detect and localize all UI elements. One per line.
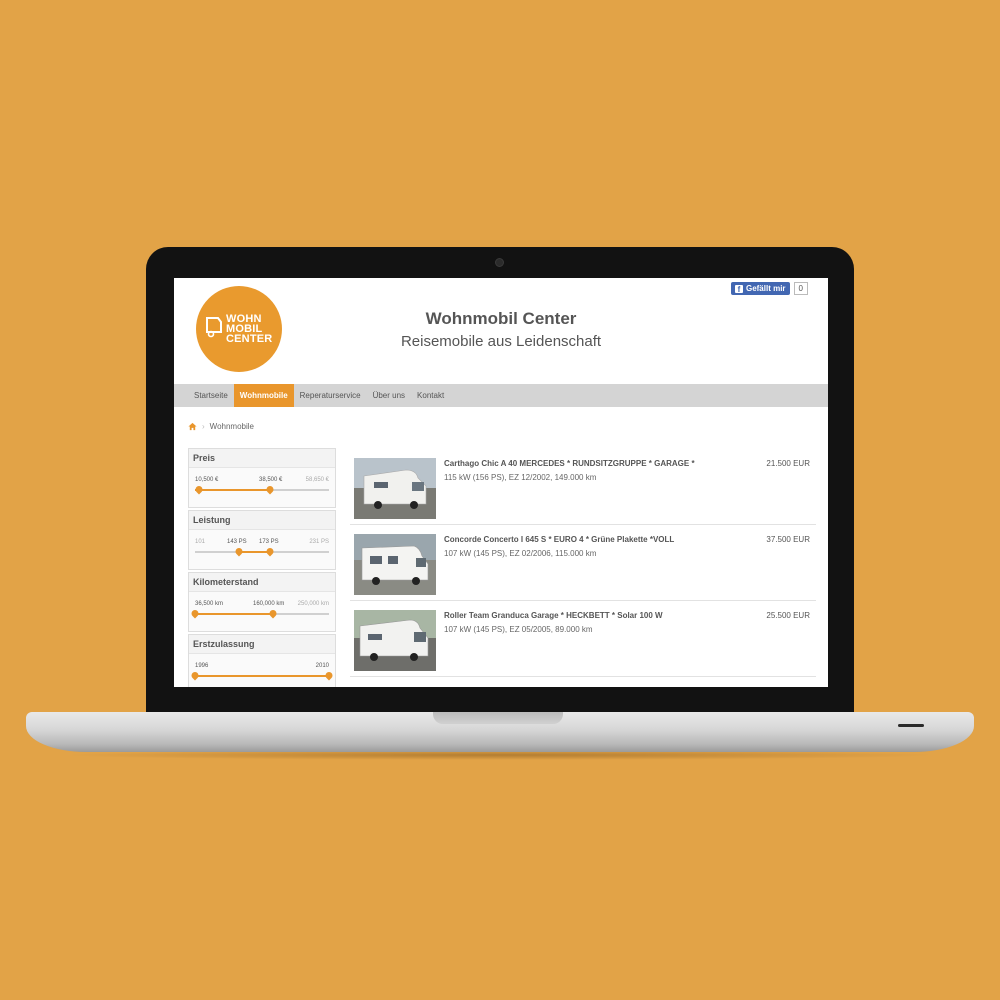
breadcrumb: › Wohnmobile xyxy=(188,422,254,431)
filter-kilometerstand: Kilometerstand 36,500 km 160,000 km 250,… xyxy=(188,572,336,632)
listing-title[interactable]: Roller Team Granduca Garage * HECKBETT *… xyxy=(444,611,744,620)
breadcrumb-separator: › xyxy=(202,422,205,431)
nav-item-reperaturservice[interactable]: Reperaturservice xyxy=(294,384,367,407)
facebook-like-count: 0 xyxy=(793,282,808,295)
slider-high-label: 173 PS xyxy=(259,539,279,545)
nav-item-wohnmobile[interactable]: Wohnmobile xyxy=(233,384,294,407)
slider-handle-max[interactable] xyxy=(265,484,275,495)
camper-photo xyxy=(354,458,436,519)
site-title: Wohnmobil Center xyxy=(425,309,577,328)
slider-low-label: 160,000 km xyxy=(253,601,285,607)
filter-sidebar: Preis 10,500 € 38,500 € 58,650 € Leistun… xyxy=(188,448,336,687)
listing-details: 115 kW (156 PS), EZ 12/2002, 149.000 km xyxy=(444,473,597,482)
slider-handle-max[interactable] xyxy=(267,608,278,619)
filter-title: Kilometerstand xyxy=(189,573,335,592)
laptop-base xyxy=(26,712,974,752)
listing-details: 107 kW (145 PS), EZ 05/2005, 89.000 km xyxy=(444,625,593,634)
listing-thumbnail[interactable] xyxy=(354,534,436,595)
camera-icon xyxy=(495,258,504,267)
slider-handle-min[interactable] xyxy=(190,670,200,681)
camper-photo xyxy=(354,610,436,671)
site-logo[interactable]: WOHN MOBIL CENTER xyxy=(196,286,282,372)
slider-handle-min[interactable] xyxy=(190,608,200,619)
filter-preis: Preis 10,500 € 38,500 € 58,650 € xyxy=(188,448,336,508)
year-slider[interactable] xyxy=(190,670,334,681)
listing-item[interactable]: Roller Team Granduca Garage * HECKBETT *… xyxy=(350,600,816,677)
slider-range xyxy=(195,613,273,615)
filter-title: Leistung xyxy=(189,511,335,530)
nav-item-startseite[interactable]: Startseite xyxy=(188,384,234,407)
nav-item-kontakt[interactable]: Kontakt xyxy=(411,384,450,407)
laptop-bezel: f Gefällt mir 0 WOHN MOBIL CENTER Wohnmo… xyxy=(146,247,854,715)
listing-price: 21.500 EUR xyxy=(766,459,810,468)
slider-handle-max[interactable] xyxy=(265,546,275,557)
slider-max-label: 2010 xyxy=(315,663,329,669)
facebook-like-widget: f Gefällt mir 0 xyxy=(730,282,808,295)
slider-min-label: 101 xyxy=(195,539,206,545)
listing-price: 25.500 EUR xyxy=(766,611,810,620)
filter-erstzulassung: Erstzulassung 1996 2010 xyxy=(188,634,336,687)
slider-low-label: 143 PS xyxy=(227,539,247,545)
slider-range xyxy=(195,675,329,677)
nav-item-ueber-uns[interactable]: Über uns xyxy=(367,384,411,407)
slider-min-label: 1996 xyxy=(195,663,209,669)
filter-title: Preis xyxy=(189,449,335,468)
slider-handle-min[interactable] xyxy=(234,546,245,557)
laptop-notch xyxy=(433,712,563,724)
listing-title[interactable]: Concorde Concerto I 645 S * EURO 4 * Grü… xyxy=(444,535,744,544)
slider-min-label: 36,500 km xyxy=(195,601,224,607)
mileage-slider[interactable] xyxy=(190,608,329,619)
slider-range xyxy=(195,489,271,491)
camper-photo xyxy=(354,534,436,595)
laptop-screen: f Gefällt mir 0 WOHN MOBIL CENTER Wohnmo… xyxy=(174,278,828,687)
listing-details: 107 kW (145 PS), EZ 02/2006, 115.000 km xyxy=(444,549,597,558)
listing-item[interactable]: Carthago Chic A 40 MERCEDES * RUNDSITZGR… xyxy=(350,448,816,525)
price-slider[interactable] xyxy=(194,484,329,495)
slider-max-label: 58,650 € xyxy=(305,477,329,483)
listing-title[interactable]: Carthago Chic A 40 MERCEDES * RUNDSITZGR… xyxy=(444,459,744,468)
slider-handle-max[interactable] xyxy=(324,670,334,681)
site-subtitle: Reisemobile aus Leidenschaft xyxy=(400,333,602,350)
home-icon[interactable] xyxy=(188,422,197,431)
listing-thumbnail[interactable] xyxy=(354,610,436,671)
slider-max-label: 231 PS xyxy=(309,539,329,545)
slider-min-label: 10,500 € xyxy=(195,477,219,483)
facebook-like-label: Gefällt mir xyxy=(745,284,786,293)
sleep-indicator xyxy=(898,724,924,727)
facebook-like-button[interactable]: f Gefällt mir xyxy=(730,282,790,295)
listing-price: 37.500 EUR xyxy=(766,535,810,544)
slider-low-label: 38,500 € xyxy=(259,477,283,483)
slider-max-label: 250,000 km xyxy=(297,601,329,607)
power-slider[interactable] xyxy=(195,546,329,557)
listing-thumbnail[interactable] xyxy=(354,458,436,519)
filter-title: Erstzulassung xyxy=(189,635,335,654)
facebook-icon: f xyxy=(734,284,743,294)
slider-handle-min[interactable] xyxy=(194,484,204,495)
listing-item[interactable]: Concorde Concerto I 645 S * EURO 4 * Grü… xyxy=(350,524,816,601)
filter-leistung: Leistung 101 143 PS 173 PS 231 PS xyxy=(188,510,336,570)
main-nav: Startseite Wohnmobile Reperaturservice Ü… xyxy=(174,384,828,407)
breadcrumb-current: Wohnmobile xyxy=(209,422,254,431)
